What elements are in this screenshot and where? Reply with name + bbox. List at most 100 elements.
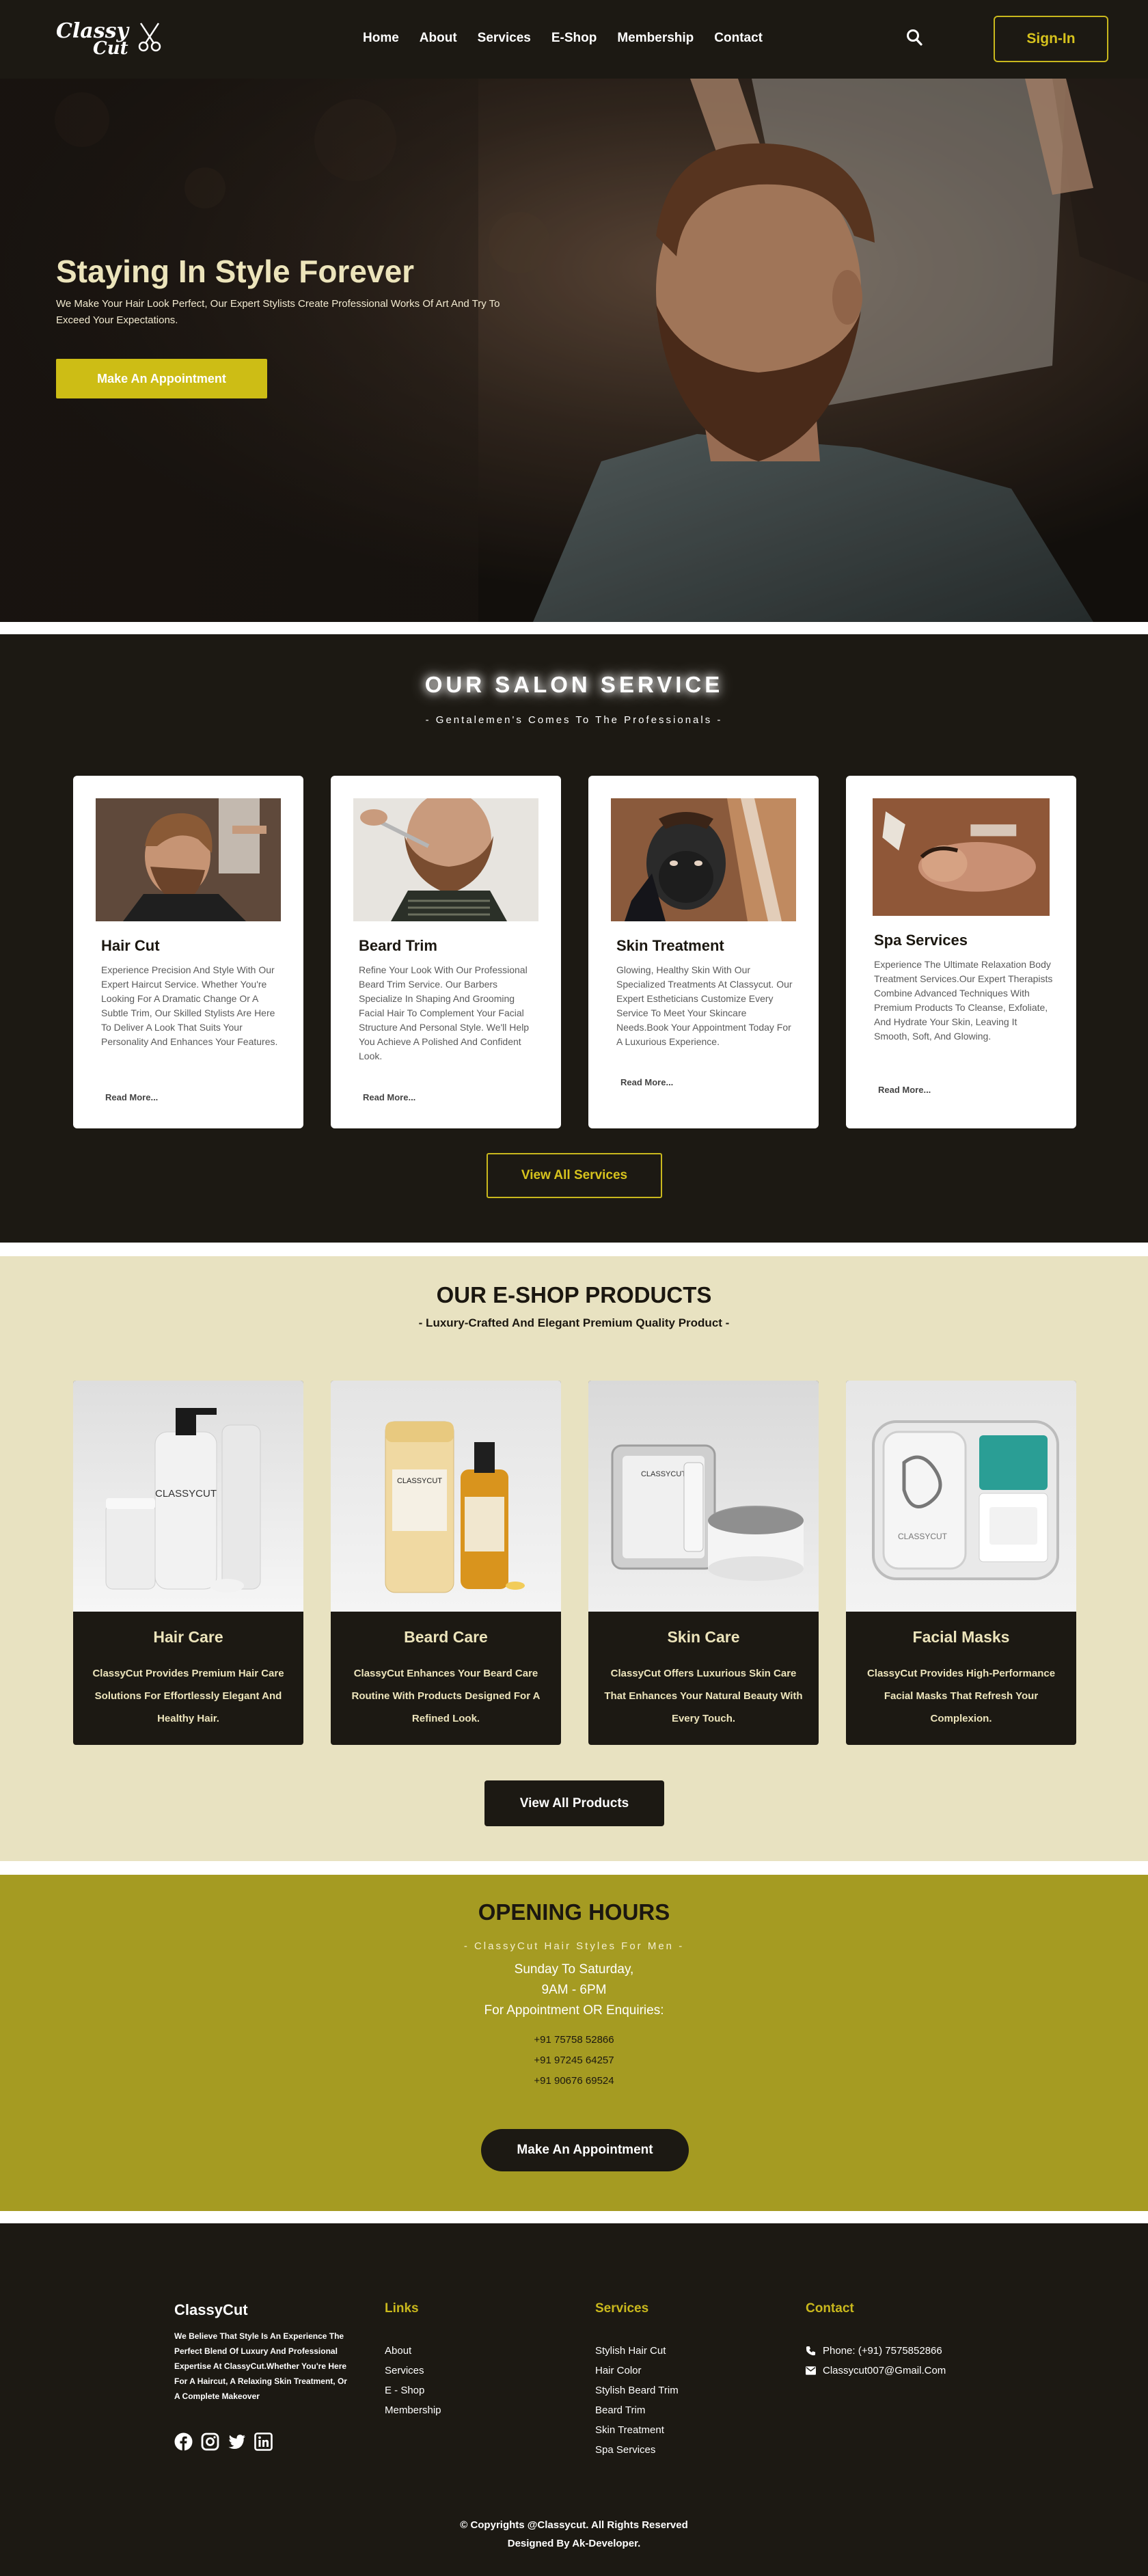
hours-subtitle: - ClassyCut Hair Styles For Men -: [463, 1940, 685, 1952]
skin-treatment-image: [611, 798, 796, 921]
product-title: Facial Masks: [912, 1628, 1010, 1646]
opening-hours-section: OPENING HOURS - ClassyCut Hair Styles Fo…: [0, 1875, 1148, 2211]
twitter-icon[interactable]: [228, 2432, 246, 2451]
beard-trim-image: [353, 798, 538, 921]
service-title: Spa Services: [874, 932, 968, 949]
site-footer: ClassyCut We Believe That Style Is An Ex…: [0, 2223, 1148, 2576]
footer-services-title: Services: [595, 2301, 649, 2316]
eshop-section-title: OUR E-SHOP PRODUCTS: [436, 1282, 712, 1307]
sign-in-button[interactable]: Sign-In: [994, 16, 1108, 62]
product-description: ClassyCut Provides Premium Hair Care Sol…: [92, 1668, 284, 1724]
footer-service-link[interactable]: Stylish Beard Trim: [595, 2385, 679, 2396]
footer-service-link[interactable]: Stylish Hair Cut: [595, 2345, 666, 2357]
spa-services-image: [873, 798, 1050, 916]
logo-text-cut: Cut: [93, 38, 128, 59]
product-description: ClassyCut Provides High-Performance Faci…: [866, 1668, 1056, 1724]
service-card-haircut[interactable]: Hair Cut Experience Precision And Style …: [73, 776, 303, 1128]
brand-logo[interactable]: Classy Cut: [56, 19, 165, 59]
footer-service-link[interactable]: Spa Services: [595, 2444, 655, 2456]
service-description: Experience Precision And Style With Our …: [101, 964, 278, 1047]
service-title: Skin Treatment: [616, 937, 724, 954]
product-card-beard-care[interactable]: CLASSYCUT Beard Care ClassyCut Enhances …: [331, 1381, 561, 1745]
nav-link-contact[interactable]: Contact: [714, 31, 763, 46]
service-title: Beard Trim: [359, 937, 437, 954]
beard-care-product-image: CLASSYCUT: [331, 1381, 561, 1612]
read-more-link[interactable]: Read More...: [620, 1077, 673, 1087]
hero-section: Staying In Style Forever We Make Your Ha…: [0, 79, 1148, 622]
footer-link-eshop[interactable]: E - Shop: [385, 2385, 424, 2396]
footer-email-text: Classycut007@Gmail.Com: [823, 2365, 946, 2376]
service-description: Experience The Ultimate Relaxation Body …: [874, 959, 1053, 1042]
hero-overlay: [0, 79, 478, 622]
footer-designed-by: Designed By Ak-Developer.: [507, 2538, 641, 2549]
footer-brand: ClassyCut: [174, 2301, 248, 2318]
skin-care-product-image: CLASSYCUT: [588, 1381, 819, 1612]
service-card-beard-trim[interactable]: Beard Trim Refine Your Look With Our Pro…: [331, 776, 561, 1128]
linkedin-icon[interactable]: [254, 2432, 273, 2451]
social-links: [174, 2432, 273, 2451]
top-nav: Classy Cut Home About Services E-Shop Me…: [0, 0, 1148, 79]
hours-enquiries-label: For Appointment OR Enquiries:: [484, 2003, 664, 2018]
nav-links: Home About Services E-Shop Membership Co…: [363, 31, 783, 46]
product-label: CLASSYCUT: [397, 1477, 442, 1485]
product-label: CLASSYCUT: [641, 1470, 686, 1478]
phone-number[interactable]: +91 75758 52866: [0, 2034, 1148, 2046]
hours-appointment-button[interactable]: Make An Appointment: [481, 2129, 689, 2171]
product-card-facial-masks[interactable]: CLASSYCUT Facial Masks ClassyCut Provide…: [846, 1381, 1076, 1745]
phone-icon: [806, 2346, 816, 2356]
service-description: Glowing, Healthy Skin With Our Specializ…: [616, 964, 793, 1047]
nav-link-membership[interactable]: Membership: [617, 31, 694, 46]
product-label: CLASSYCUT: [898, 1532, 948, 1541]
salon-section-title: OUR SALON SERVICE: [424, 672, 724, 697]
service-card-skin-treatment[interactable]: Skin Treatment Glowing, Healthy Skin Wit…: [588, 776, 819, 1128]
footer-link-about[interactable]: About: [385, 2345, 411, 2357]
hours-title: OPENING HOURS: [478, 1899, 670, 1925]
footer-contact-title: Contact: [806, 2301, 854, 2316]
footer-email[interactable]: Classycut007@Gmail.Com: [806, 2365, 946, 2376]
footer-links-title: Links: [385, 2301, 419, 2316]
footer-about-text: We Believe That Style Is An Experience T…: [174, 2331, 347, 2401]
facial-masks-product-image: CLASSYCUT: [846, 1381, 1076, 1612]
hours-time: 9AM - 6PM: [541, 1983, 607, 1997]
nav-link-eshop[interactable]: E-Shop: [551, 31, 597, 46]
service-title: Hair Cut: [101, 937, 160, 954]
nav-link-about[interactable]: About: [420, 31, 457, 46]
footer-phone-text: Phone: (+91) 7575852866: [823, 2345, 942, 2357]
view-all-products-button[interactable]: View All Products: [484, 1780, 664, 1826]
hero-subtitle: We Make Your Hair Look Perfect, Our Expe…: [56, 298, 500, 326]
nav-link-services[interactable]: Services: [478, 31, 531, 46]
hero-title: Staying In Style Forever: [56, 254, 415, 289]
eshop-section: OUR E-SHOP PRODUCTS - Luxury-Crafted And…: [0, 1256, 1148, 1861]
search-icon[interactable]: [906, 29, 922, 46]
instagram-icon[interactable]: [201, 2432, 219, 2451]
hours-days: Sunday To Saturday,: [514, 1962, 634, 1977]
product-title: Skin Care: [667, 1628, 740, 1646]
view-all-services-button[interactable]: View All Services: [487, 1153, 662, 1198]
service-description: Refine Your Look With Our Professional B…: [359, 964, 530, 1061]
footer-phone[interactable]: Phone: (+91) 7575852866: [806, 2345, 942, 2357]
hair-care-product-image: CLASSYCUT: [73, 1381, 303, 1612]
nav-link-home[interactable]: Home: [363, 31, 399, 46]
read-more-link[interactable]: Read More...: [105, 1092, 158, 1102]
product-description: ClassyCut Enhances Your Beard Care Routi…: [351, 1668, 541, 1724]
read-more-link[interactable]: Read More...: [363, 1092, 415, 1102]
product-title: Beard Care: [404, 1628, 488, 1646]
scissors-icon: [138, 23, 161, 52]
product-card-skin-care[interactable]: CLASSYCUT Skin Care ClassyCut Offers Lux…: [588, 1381, 819, 1745]
footer-service-link[interactable]: Beard Trim: [595, 2404, 645, 2416]
read-more-link[interactable]: Read More...: [878, 1085, 931, 1095]
product-card-hair-care[interactable]: CLASSYCUT Hair Care ClassyCut Provides P…: [73, 1381, 303, 1745]
phone-number[interactable]: +91 90676 69524: [0, 2075, 1148, 2087]
facebook-icon[interactable]: [174, 2432, 193, 2451]
salon-service-section: OUR SALON SERVICE - Gentalemen's Comes T…: [0, 634, 1148, 1243]
footer-service-link[interactable]: Skin Treatment: [595, 2424, 664, 2436]
footer-copyright: © Copyrights @Classycut. All Rights Rese…: [460, 2519, 688, 2531]
hero-appointment-button[interactable]: Make An Appointment: [56, 359, 267, 398]
footer-link-membership[interactable]: Membership: [385, 2404, 441, 2416]
footer-service-link[interactable]: Hair Color: [595, 2365, 642, 2376]
service-card-spa[interactable]: Spa Services Experience The Ultimate Rel…: [846, 776, 1076, 1128]
eshop-section-subtitle: - Luxury-Crafted And Elegant Premium Qua…: [418, 1316, 730, 1329]
phone-number[interactable]: +91 97245 64257: [0, 2055, 1148, 2066]
footer-link-services[interactable]: Services: [385, 2365, 424, 2376]
product-label: CLASSYCUT: [155, 1488, 217, 1500]
